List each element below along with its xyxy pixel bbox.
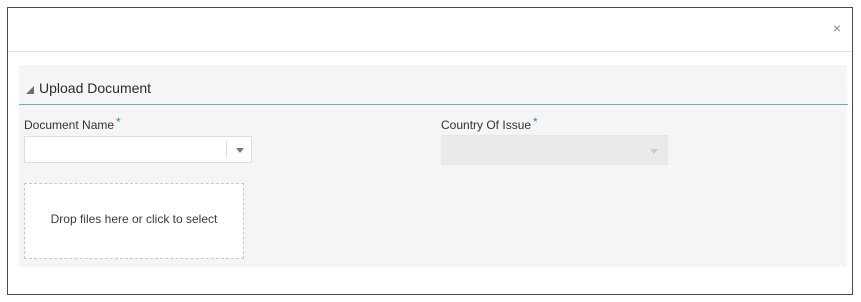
chevron-down-icon[interactable] [236,148,244,153]
document-name-select[interactable] [24,136,252,163]
chevron-down-icon [650,149,658,154]
required-marker: * [533,115,538,129]
country-of-issue-select [441,135,668,165]
country-of-issue-label-text: Country Of Issue [441,118,532,132]
select-divider [226,141,227,158]
file-dropzone[interactable]: Drop files here or click to select [24,183,244,259]
document-name-label: Document Name * [24,115,121,132]
dropzone-text: Drop files here or click to select [50,212,218,226]
dialog-header: × [8,8,852,52]
close-icon[interactable]: × [830,21,844,35]
upload-document-dialog: × Upload Document Document Name * Country… [7,7,853,295]
section-header[interactable]: Upload Document [19,79,848,105]
collapse-triangle-icon[interactable] [25,85,35,95]
required-marker: * [116,115,121,129]
section-title: Upload Document [39,80,152,96]
document-name-label-text: Document Name [24,118,115,132]
country-of-issue-label: Country Of Issue * [441,115,538,132]
